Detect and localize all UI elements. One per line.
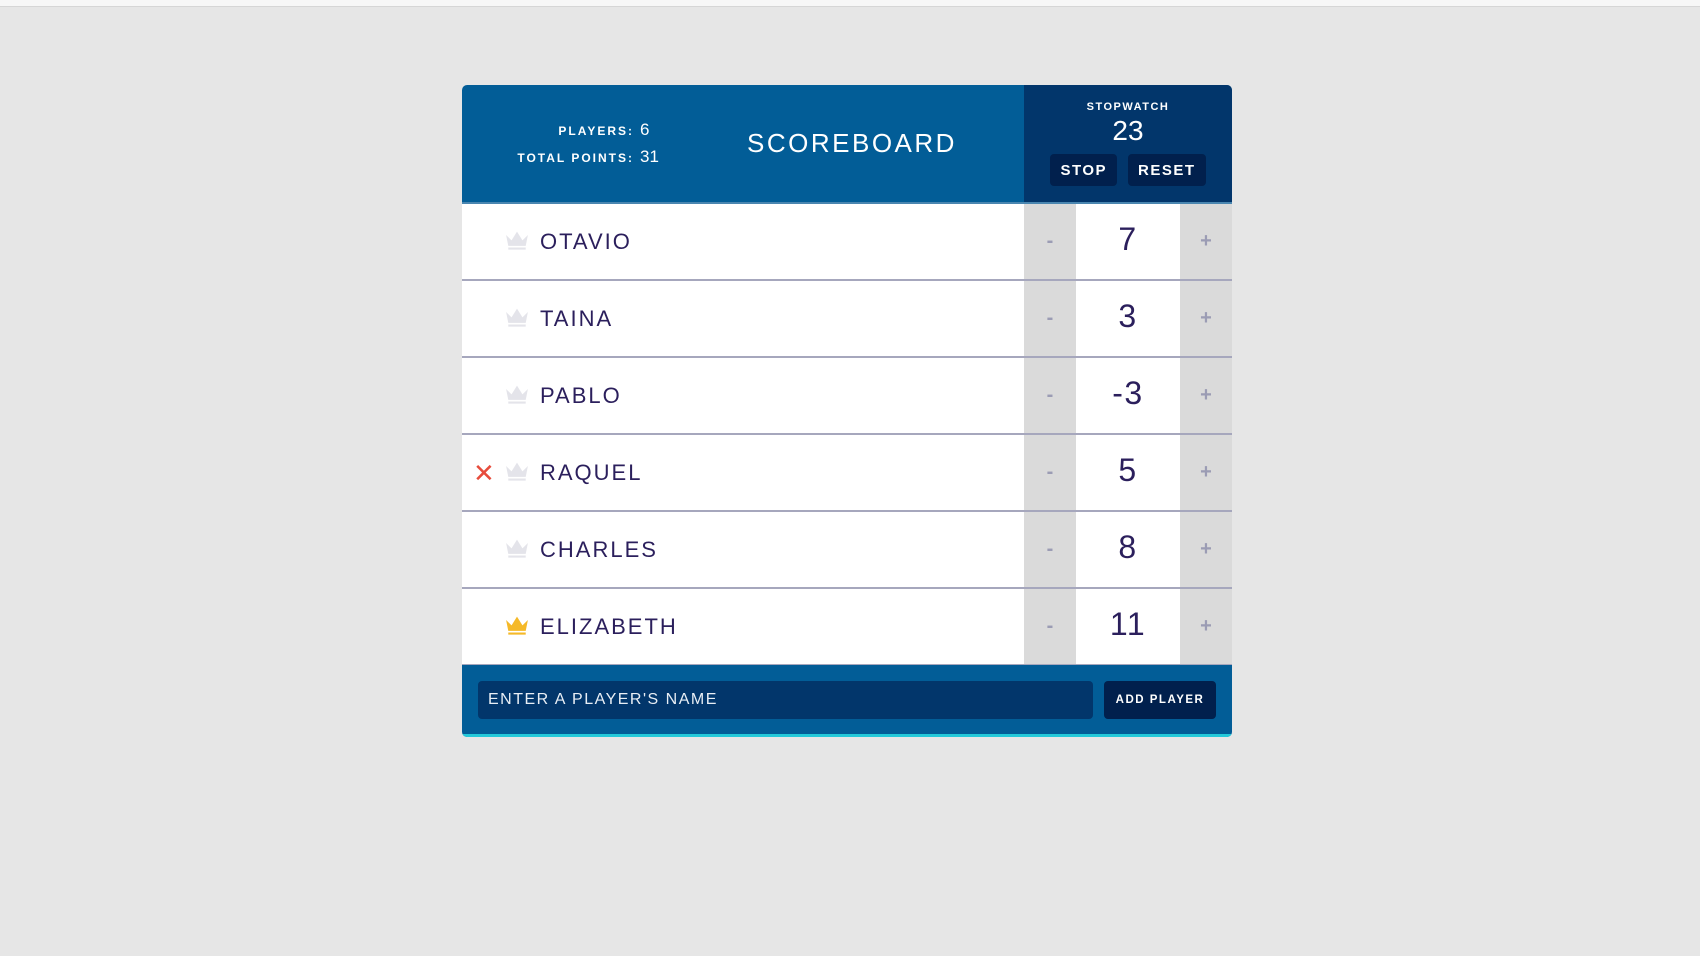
player-name-area: ✕ ELIZABETH (462, 589, 1024, 664)
increment-button[interactable]: + (1180, 589, 1232, 664)
remove-player-icon[interactable]: ✕ (473, 460, 495, 486)
scoreboard: PLAYERS: 6 TOTAL POINTS: 31 SCOREBOARD S… (462, 85, 1232, 737)
player-name: ELIZABETH (540, 613, 678, 639)
player-score: 8 (1076, 512, 1180, 587)
player-name: TAINA (540, 305, 614, 331)
stop-button[interactable]: STOP (1050, 154, 1118, 186)
decrement-button[interactable]: - (1024, 281, 1076, 356)
score-counter: - 8 + (1024, 512, 1232, 587)
crown-icon (506, 616, 528, 635)
stopwatch: STOPWATCH 23 STOP RESET (1024, 85, 1232, 202)
total-points-stat: TOTAL POINTS: 31 (516, 144, 662, 171)
player-row: ✕ TAINA - 3 + (462, 281, 1232, 358)
crown-icon (506, 385, 528, 404)
player-row: ✕ OTAVIO - 7 + (462, 204, 1232, 281)
decrement-button[interactable]: - (1024, 435, 1076, 510)
stopwatch-time: 23 (1112, 115, 1144, 146)
player-name: PABLO (540, 382, 622, 408)
add-player-button[interactable]: ADD PLAYER (1104, 680, 1216, 719)
player-name-area: ✕ OTAVIO (462, 204, 1024, 279)
player-name-area: ✕ RAQUEL (462, 435, 1024, 510)
player-name: CHARLES (540, 536, 658, 562)
player-name-input[interactable] (478, 680, 1093, 719)
decrement-button[interactable]: - (1024, 204, 1076, 279)
score-counter: - -3 + (1024, 358, 1232, 433)
stopwatch-label: STOPWATCH (1086, 101, 1170, 113)
player-score: 7 (1076, 204, 1180, 279)
player-name-area: ✕ TAINA (462, 281, 1024, 356)
decrement-button[interactable]: - (1024, 589, 1076, 664)
players-stat-value: 6 (640, 119, 650, 139)
increment-button[interactable]: + (1180, 358, 1232, 433)
player-list: ✕ OTAVIO - 7 + ✕ TAINA - 3 + (462, 204, 1232, 664)
total-points-stat-label: TOTAL POINTS: (517, 150, 634, 165)
browser-top-edge (0, 0, 1700, 7)
players-stat-label: PLAYERS: (558, 123, 634, 138)
player-name: OTAVIO (540, 228, 632, 254)
crown-icon (506, 462, 528, 481)
player-row: ✕ ELIZABETH - 11 + (462, 589, 1232, 664)
stopwatch-controls: STOP RESET (1050, 154, 1206, 186)
page-title: SCOREBOARD (747, 128, 957, 158)
player-row: ✕ PABLO - -3 + (462, 358, 1232, 435)
add-player-form: ADD PLAYER (462, 664, 1232, 737)
increment-button[interactable]: + (1180, 281, 1232, 356)
decrement-button[interactable]: - (1024, 512, 1076, 587)
increment-button[interactable]: + (1180, 204, 1232, 279)
increment-button[interactable]: + (1180, 512, 1232, 587)
crown-icon (506, 539, 528, 558)
stats-panel: PLAYERS: 6 TOTAL POINTS: 31 (462, 85, 672, 202)
player-name-area: ✕ PABLO (462, 358, 1024, 433)
player-score: 11 (1076, 589, 1180, 664)
player-score: -3 (1076, 358, 1180, 433)
score-counter: - 7 + (1024, 204, 1232, 279)
increment-button[interactable]: + (1180, 435, 1232, 510)
player-row: ✕ CHARLES - 8 + (462, 512, 1232, 589)
reset-button[interactable]: RESET (1128, 154, 1206, 186)
crown-icon (506, 231, 528, 250)
player-row: ✕ RAQUEL - 5 + (462, 435, 1232, 512)
player-score: 3 (1076, 281, 1180, 356)
player-name: RAQUEL (540, 459, 643, 485)
decrement-button[interactable]: - (1024, 358, 1076, 433)
score-counter: - 11 + (1024, 589, 1232, 664)
scoreboard-header: PLAYERS: 6 TOTAL POINTS: 31 SCOREBOARD S… (462, 85, 1232, 204)
player-name-area: ✕ CHARLES (462, 512, 1024, 587)
score-counter: - 3 + (1024, 281, 1232, 356)
crown-icon (506, 308, 528, 327)
player-score: 5 (1076, 435, 1180, 510)
score-counter: - 5 + (1024, 435, 1232, 510)
total-points-stat-value: 31 (640, 146, 659, 166)
players-stat: PLAYERS: 6 (516, 117, 662, 144)
